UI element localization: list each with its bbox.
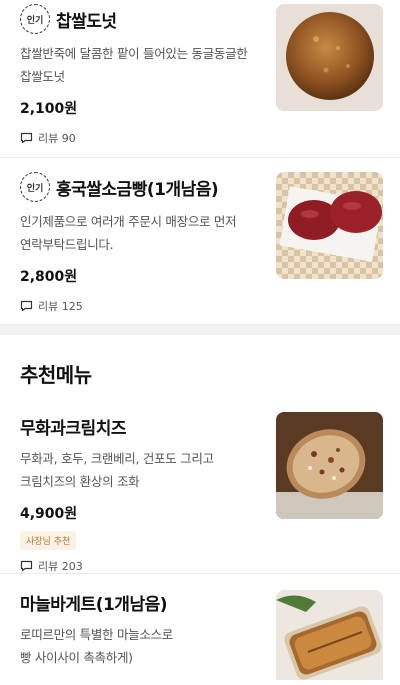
- owner-pick-badge: 사장님 추천: [20, 531, 77, 550]
- description-line: 연락부탁드립니다.: [20, 237, 114, 252]
- description-line: 크림치즈의 환상의 조화: [20, 474, 140, 489]
- menu-item-name: 마늘바게트(1개남음): [20, 595, 168, 615]
- menu-item-price: 2,100원: [20, 101, 78, 117]
- menu-item-name: 무화과크림치즈: [20, 419, 126, 439]
- donut-photo: [276, 4, 383, 111]
- salt-bread-photo: [276, 172, 383, 279]
- menu-item-photo[interactable]: [276, 4, 383, 111]
- menu-item-chapssal-donut[interactable]: 인기 찹쌀도넛 찹쌀반죽에 달콤한 팥이 들어있는 동글동글한 찹쌀도넛 2,1…: [0, 0, 400, 158]
- description-line: 인기제품으로 여러개 주문시 매장으로 먼저: [20, 214, 237, 229]
- description-line: 찹쌀도넛: [20, 69, 65, 84]
- menu-item-price: 4,900원: [20, 506, 78, 522]
- menu-item-description: 무화과, 호두, 크랜베리, 건포도 그리고 크림치즈의 환상의 조화: [20, 447, 260, 493]
- menu-item-info: 마늘바게트(1개남음) 로띠르만의 특별한 마늘소스로 빵 사이사이 촉촉하게): [20, 590, 260, 669]
- title-row: 인기 홍국쌀소금빵(1개남음): [20, 172, 260, 202]
- review-label: 리뷰 125: [38, 300, 83, 313]
- menu-item-description: 로띠르만의 특별한 마늘소스로 빵 사이사이 촉촉하게): [20, 623, 260, 669]
- review-label: 리뷰 90: [38, 132, 76, 145]
- menu-item-info: 무화과크림치즈 무화과, 호두, 크랜베리, 건포도 그리고 크림치즈의 환상의…: [20, 414, 260, 574]
- menu-item-info: 인기 찹쌀도넛 찹쌀반죽에 달콤한 팥이 들어있는 동글동글한 찹쌀도넛 2,1…: [20, 4, 260, 146]
- menu-item-name: 홍국쌀소금빵(1개남음): [56, 179, 219, 200]
- description-line: 찹쌀반죽에 달콤한 팥이 들어있는 동글동글한: [20, 46, 248, 61]
- menu-item-fig-cream-cheese[interactable]: 무화과크림치즈 무화과, 호두, 크랜베리, 건포도 그리고 크림치즈의 환상의…: [0, 412, 400, 574]
- description-line: 빵 사이사이 촉촉하게): [20, 650, 133, 665]
- menu-item-photo[interactable]: [276, 172, 383, 279]
- popular-badge: 인기: [20, 172, 50, 202]
- review-count: 리뷰 203: [20, 558, 260, 574]
- section-header: 추천메뉴: [0, 335, 400, 412]
- menu-item-description: 인기제품으로 여러개 주문시 매장으로 먼저 연락부탁드립니다.: [20, 210, 260, 256]
- popular-badge: 인기: [20, 4, 50, 34]
- fig-bread-photo: [276, 412, 383, 519]
- title-row: 무화과크림치즈: [20, 414, 260, 439]
- section-title: 추천메뉴: [20, 363, 92, 387]
- speech-bubble-icon: [20, 560, 33, 572]
- menu-item-info: 인기 홍국쌀소금빵(1개남음) 인기제품으로 여러개 주문시 매장으로 먼저 연…: [20, 172, 260, 314]
- menu-item-garlic-baguette[interactable]: 마늘바게트(1개남음) 로띠르만의 특별한 마늘소스로 빵 사이사이 촉촉하게): [0, 574, 400, 680]
- menu-item-description: 찹쌀반죽에 달콤한 팥이 들어있는 동글동글한 찹쌀도넛: [20, 42, 260, 88]
- review-count: 리뷰 90: [20, 130, 260, 146]
- menu-item-hongguk-salt-bread[interactable]: 인기 홍국쌀소금빵(1개남음) 인기제품으로 여러개 주문시 매장으로 먼저 연…: [0, 158, 400, 325]
- review-label: 리뷰 203: [38, 560, 83, 573]
- description-line: 무화과, 호두, 크랜베리, 건포도 그리고: [20, 451, 214, 466]
- menu-item-price: 2,800원: [20, 269, 78, 285]
- speech-bubble-icon: [20, 300, 33, 312]
- menu-item-photo[interactable]: [276, 590, 383, 680]
- description-line: 로띠르만의 특별한 마늘소스로: [20, 627, 173, 642]
- title-row: 인기 찹쌀도넛: [20, 4, 260, 34]
- menu-item-photo[interactable]: [276, 412, 383, 519]
- speech-bubble-icon: [20, 132, 33, 144]
- title-row: 마늘바게트(1개남음): [20, 590, 260, 615]
- menu-item-name: 찹쌀도넛: [56, 11, 117, 32]
- review-count: 리뷰 125: [20, 298, 260, 314]
- garlic-baguette-photo: [276, 590, 383, 680]
- section-divider: [0, 325, 400, 335]
